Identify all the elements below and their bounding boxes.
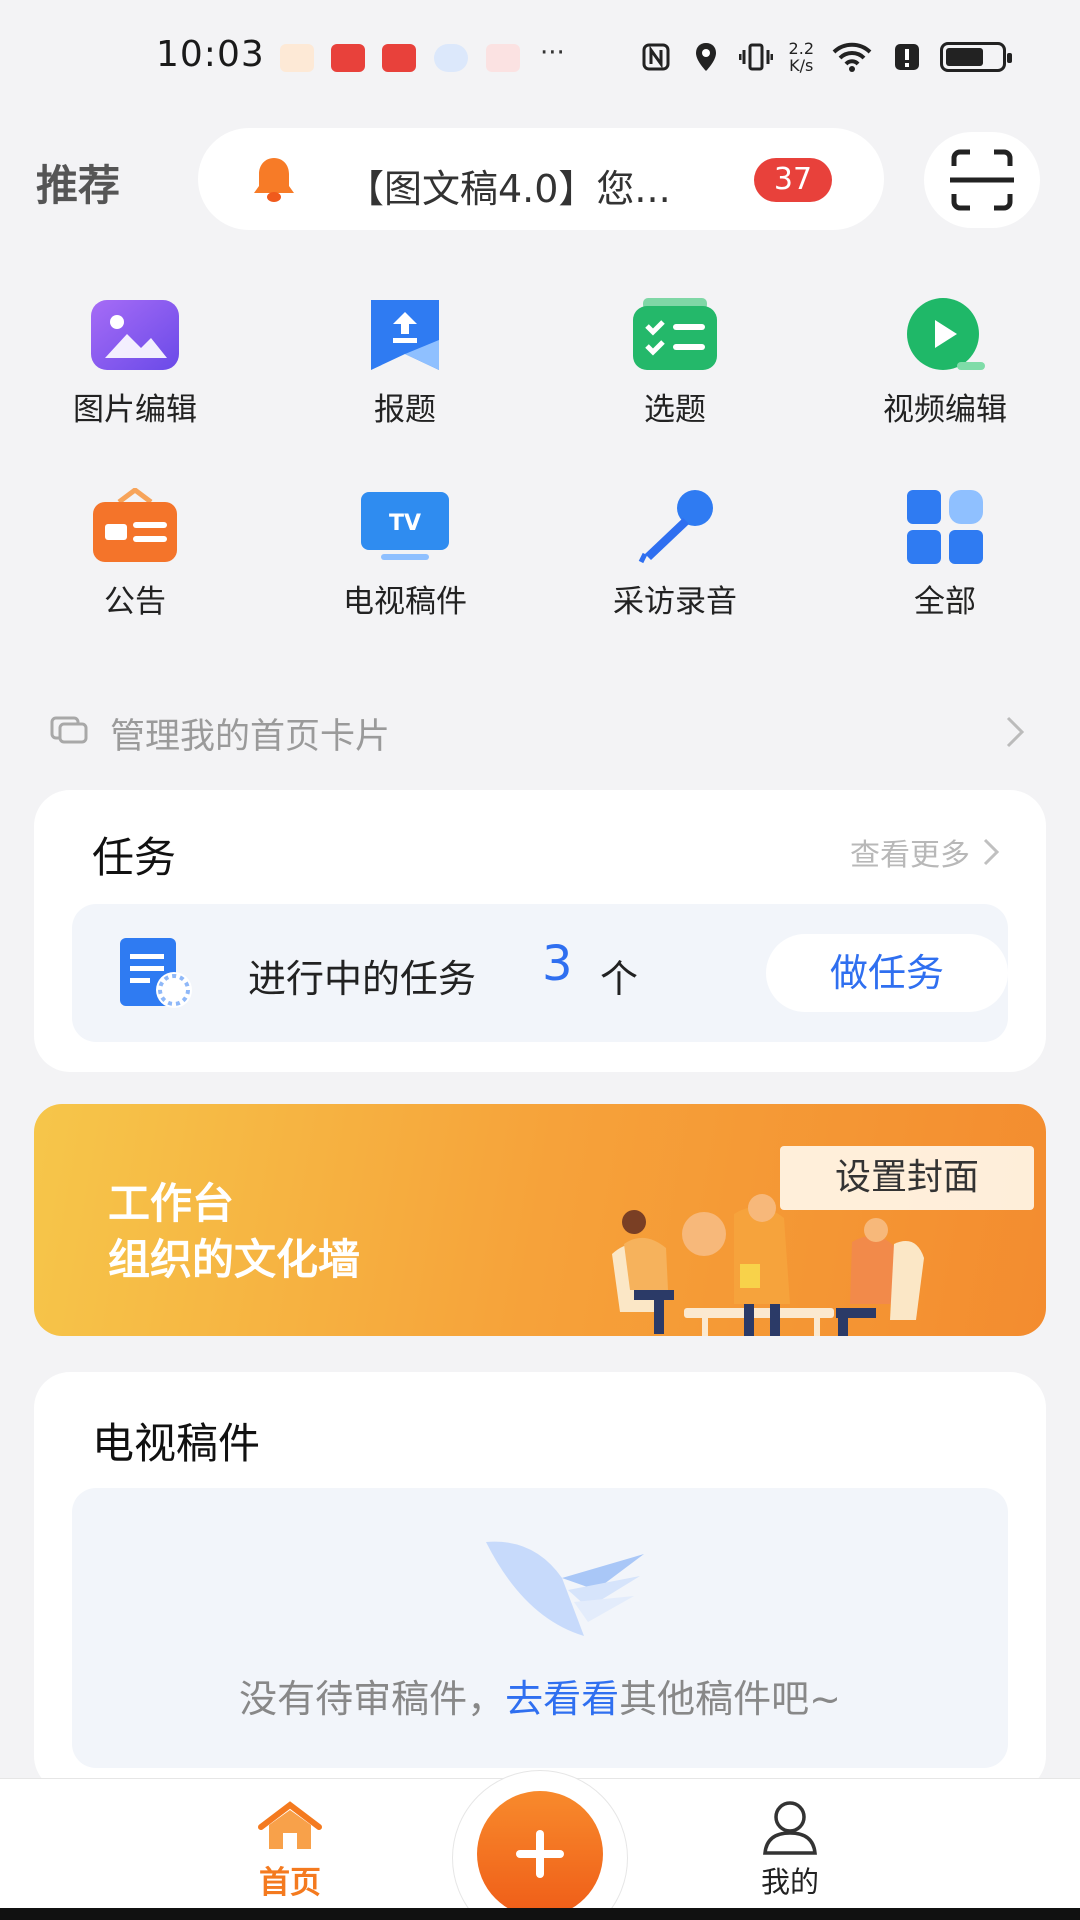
bird-empty-icon (486, 1541, 644, 1636)
app-notification-icon (434, 44, 468, 72)
alert-icon (890, 40, 924, 74)
plus-icon (516, 1830, 564, 1878)
tv-manuscripts-card: 电视稿件 没有待审稿件，去看看其他稿件吧~ (34, 1372, 1046, 1792)
all-apps-icon (907, 490, 983, 564)
empty-suffix: 其他稿件吧~ (619, 1677, 841, 1721)
in-progress-tasks: 进行中的任务 3 个 做任务 (72, 904, 1008, 1042)
empty-state: 没有待审稿件，去看看其他稿件吧~ (72, 1488, 1008, 1768)
wifi-icon (830, 40, 874, 74)
quick-action-interview-recording[interactable]: 采访录音 (540, 488, 810, 648)
quick-action-label: 公告 (104, 584, 166, 620)
tv-card-title: 电视稿件 (92, 1419, 261, 1468)
battery-icon (940, 42, 1012, 72)
home-icon (258, 1801, 322, 1849)
network-speed: 2.2 K/s (788, 39, 814, 75)
image-edit-icon (91, 300, 179, 370)
banner-title: 工作台 (108, 1179, 235, 1228)
scan-button[interactable] (924, 132, 1040, 228)
quick-action-label: 报题 (374, 392, 436, 428)
more-notifications-icon: ··· (540, 38, 565, 68)
quick-action-image-edit[interactable]: 图片编辑 (0, 296, 270, 456)
microphone-icon (638, 490, 713, 564)
quick-action-label: 采访录音 (613, 584, 737, 620)
nav-home-label: 首页 (259, 1865, 321, 1901)
report-topic-icon (371, 300, 439, 370)
quick-action-all[interactable]: 全部 (810, 488, 1080, 648)
tv-icon: TV (361, 492, 449, 560)
set-cover-button[interactable]: 设置封面 (780, 1146, 1034, 1210)
quick-action-announcement[interactable]: 公告 (0, 488, 270, 648)
system-nav-bar (0, 1908, 1080, 1920)
user-icon (763, 1801, 817, 1855)
scan-icon (950, 149, 1014, 211)
empty-prefix: 没有待审稿件， (239, 1677, 506, 1721)
notification-bar[interactable]: 【图文稿4.0】您... 37 (198, 128, 884, 230)
quick-action-report-topic[interactable]: 报题 (270, 296, 540, 456)
task-card: 任务 查看更多 进行中的任务 3 个 做任务 (34, 790, 1046, 1072)
task-count-unit: 个 (600, 957, 639, 1001)
chevron-right-icon (983, 838, 1000, 866)
announcement-icon (93, 488, 177, 562)
create-button[interactable] (477, 1791, 603, 1917)
do-task-button[interactable]: 做任务 (766, 934, 1008, 1012)
in-progress-label: 进行中的任务 (248, 957, 477, 1001)
manage-home-cards[interactable]: 管理我的首页卡片 (50, 706, 1030, 757)
status-time: 10:03 (156, 34, 265, 75)
nav-me-label: 我的 (760, 1865, 819, 1899)
quick-action-select-topic[interactable]: 选题 (540, 296, 810, 456)
task-count: 3 (542, 936, 573, 992)
app-notification-icon (280, 44, 314, 72)
unread-count-badge: 37 (754, 158, 832, 202)
browse-other-link[interactable]: 去看看 (505, 1677, 619, 1721)
app-notification-icon (486, 44, 520, 72)
vibrate-icon (738, 40, 773, 74)
nav-me[interactable]: 我的 (740, 1799, 840, 1901)
chevron-right-icon (1006, 716, 1025, 748)
meeting-illustration (612, 1194, 924, 1336)
task-card-title: 任务 (92, 833, 177, 882)
task-document-icon (120, 938, 192, 1008)
book-notification-icon (382, 44, 416, 72)
select-topic-icon (633, 298, 717, 370)
location-icon (689, 40, 723, 74)
quick-action-label: 电视稿件 (343, 584, 467, 620)
culture-wall-banner[interactable]: 工作台 组织的文化墙 设置封面 (34, 1104, 1046, 1336)
notice-text: 【图文稿4.0】您... (346, 167, 671, 211)
page-title: 推荐 (36, 161, 121, 210)
nav-home[interactable]: 首页 (240, 1801, 340, 1902)
banner-subtitle: 组织的文化墙 (108, 1235, 361, 1284)
status-bar: 10:03 ··· 2.2 K/s (0, 0, 1080, 116)
quick-action-tv-manuscript[interactable]: TV 电视稿件 (270, 488, 540, 648)
svg-text:TV: TV (389, 511, 421, 536)
see-more-link[interactable]: 查看更多 (850, 830, 1002, 874)
manage-cards-label: 管理我的首页卡片 (110, 717, 391, 757)
empty-state-message: 没有待审稿件，去看看其他稿件吧~ (72, 1668, 1008, 1723)
quick-action-label: 全部 (914, 584, 976, 620)
quick-action-label: 视频编辑 (883, 392, 1007, 428)
video-edit-icon (907, 298, 985, 370)
quick-action-video-edit[interactable]: 视频编辑 (810, 296, 1080, 456)
app-notification-icon (331, 44, 365, 72)
quick-action-label: 选题 (644, 392, 706, 428)
nfc-icon (639, 40, 673, 74)
quick-action-label: 图片编辑 (73, 392, 197, 428)
bell-icon (250, 154, 298, 204)
see-more-label: 查看更多 (850, 838, 970, 873)
cards-icon (50, 716, 88, 744)
